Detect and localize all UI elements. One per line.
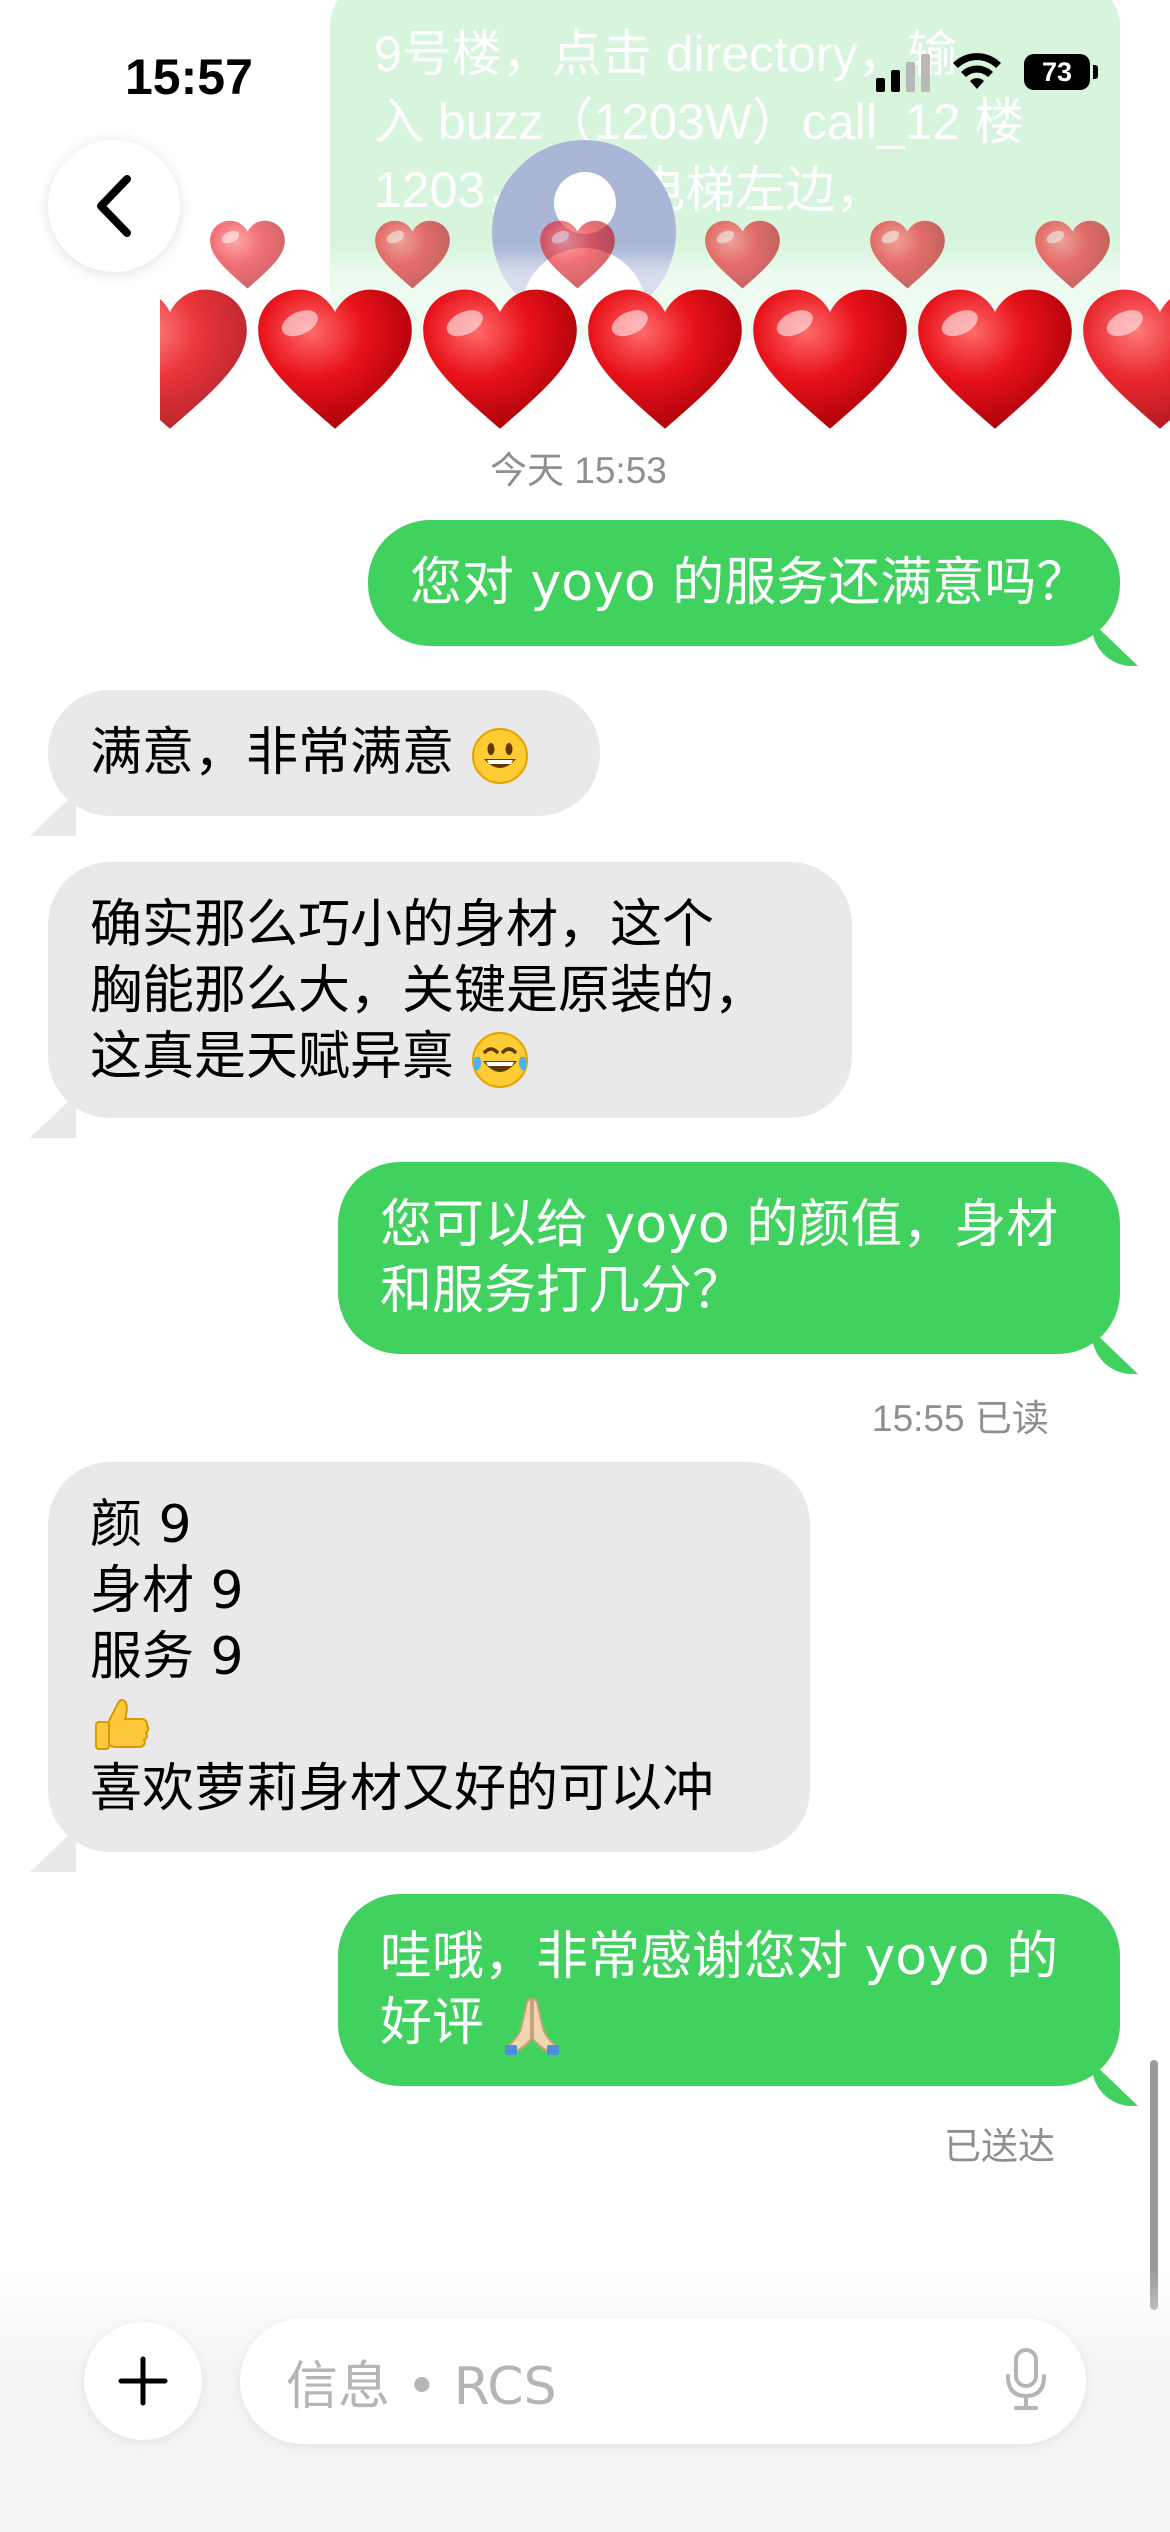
heart-icon bbox=[210, 220, 285, 289]
message-line: 满意，非常满意 bbox=[90, 720, 558, 786]
heart-icon bbox=[258, 289, 412, 429]
message-line: 这真是天赋异禀 bbox=[90, 1024, 810, 1090]
message-line: 好评 bbox=[380, 1990, 1078, 2057]
heart-icon bbox=[918, 289, 1072, 429]
message-text: 胸能那么大，关键是原装的， bbox=[90, 961, 767, 1021]
battery-icon: 73 bbox=[1024, 54, 1098, 90]
heart-icon bbox=[705, 220, 780, 289]
message-text: 确实那么巧小的身材，这个 bbox=[90, 895, 715, 955]
outgoing-message-bubble[interactable]: 您对 yoyo 的服务还满意吗？ bbox=[368, 520, 1120, 646]
message-line bbox=[90, 1690, 768, 1756]
microphone-icon[interactable] bbox=[1004, 2348, 1048, 2412]
status-time: 15:57 bbox=[125, 49, 253, 105]
battery-level: 73 bbox=[1041, 56, 1073, 87]
heart-icon bbox=[1083, 289, 1170, 429]
previous-message-line: 1203，下了电梯左边， bbox=[374, 156, 1080, 224]
messages-screen: 9号楼，点击 directory，输 入 buzz（1203W）call_12 … bbox=[0, 0, 1170, 2532]
outgoing-message-bubble[interactable]: 您可以给 yoyo 的颜值，身材 和服务打几分？ bbox=[338, 1162, 1120, 1354]
message-input[interactable]: 信息 • RCS bbox=[240, 2318, 1086, 2444]
heart-row bbox=[160, 220, 1170, 429]
message-text: 您可以给 yoyo 的颜值，身材 bbox=[380, 1195, 1059, 1255]
plus-icon bbox=[118, 2356, 168, 2406]
message-text: 喜欢萝莉身材又好的可以冲 bbox=[90, 1759, 715, 1819]
message-text: 好评 bbox=[380, 1993, 485, 2053]
message-text: 这真是天赋异禀 bbox=[90, 1027, 455, 1087]
thumbs-up-icon bbox=[95, 1699, 150, 1750]
chevron-left-icon bbox=[97, 175, 131, 237]
message-text: 您对 yoyo 的服务还满意吗？ bbox=[410, 553, 1089, 613]
heart-icon bbox=[423, 289, 577, 429]
message-text: 和服务打几分？ bbox=[380, 1261, 745, 1321]
heart-effect-strip bbox=[160, 220, 1170, 460]
heart-icon bbox=[870, 220, 945, 289]
previous-message-line: 入 buzz（1203W）call_12 楼 bbox=[374, 94, 1025, 150]
wifi-icon bbox=[953, 53, 1001, 89]
cellular-signal-icon bbox=[876, 52, 930, 92]
message-text: 服务 9 bbox=[90, 1627, 244, 1687]
incoming-message-bubble[interactable]: 确实那么巧小的身材，这个 胸能那么大，关键是原装的， 这真是天赋异禀 bbox=[48, 862, 852, 1118]
delivered-status: 已送达 bbox=[944, 2126, 1055, 2167]
status-icons: 73 bbox=[876, 52, 1098, 92]
message-input-placeholder: 信息 • RCS bbox=[286, 2356, 557, 2417]
outgoing-message-bubble[interactable]: 哇哦，非常感谢您对 yoyo 的 好评 bbox=[338, 1894, 1120, 2086]
folded-hands-icon bbox=[504, 1997, 559, 2055]
grinning-face-icon bbox=[471, 728, 528, 784]
heart-icon bbox=[375, 220, 450, 289]
incoming-message-bubble[interactable]: 满意，非常满意 bbox=[48, 690, 600, 816]
message-text: 颜 9 bbox=[90, 1495, 192, 1555]
incoming-message-bubble[interactable]: 颜 9 身材 9 服务 9 喜欢萝莉身材又好的可以冲 bbox=[48, 1462, 810, 1852]
message-text: 满意，非常满意 bbox=[90, 723, 455, 783]
heart-icon bbox=[588, 289, 742, 429]
heart-icon bbox=[540, 220, 615, 289]
heart-icon bbox=[160, 289, 247, 429]
message-text: 身材 9 bbox=[90, 1561, 244, 1621]
heart-icon bbox=[753, 289, 907, 429]
heart-icon bbox=[1035, 220, 1110, 289]
add-attachment-button[interactable] bbox=[84, 2322, 202, 2440]
read-receipt: 15:55 已读 bbox=[872, 1398, 1049, 1439]
tears-of-joy-face-icon bbox=[471, 1032, 528, 1088]
message-text: 哇哦，非常感谢您对 yoyo 的 bbox=[380, 1927, 1059, 1987]
